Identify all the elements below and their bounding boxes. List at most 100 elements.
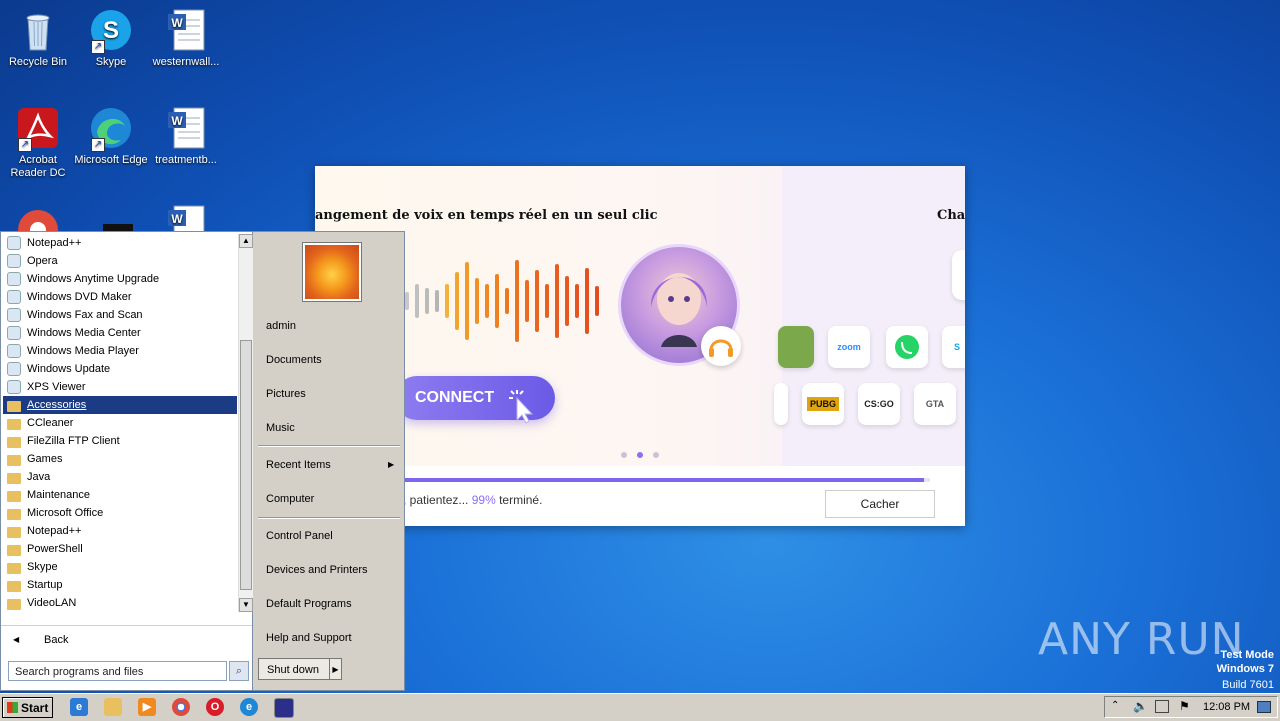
program-item[interactable]: Windows Media Center: [3, 324, 237, 342]
network-icon[interactable]: [1155, 700, 1169, 713]
pubg-tile-icon: PUBG: [802, 383, 844, 425]
hide-button[interactable]: Cacher: [825, 490, 935, 518]
program-item[interactable]: Windows Media Player: [3, 342, 237, 360]
program-item[interactable]: Windows Update: [3, 360, 237, 378]
user-picture-avatar[interactable]: [303, 243, 361, 301]
installer-window: angement de voix en temps réel en un seu…: [315, 166, 965, 526]
program-folder-item[interactable]: FileZilla FTP Client: [3, 432, 237, 450]
desktop-icon-edge[interactable]: ↗ Microsoft Edge: [73, 106, 149, 167]
media-center-icon: [7, 326, 21, 340]
pubg-label: PUBG: [806, 397, 839, 411]
program-item[interactable]: Opera: [3, 252, 237, 270]
program-label: Java: [27, 471, 51, 483]
program-label: Windows DVD Maker: [27, 291, 132, 303]
shut-down-options-arrow-icon[interactable]: ▶: [330, 658, 342, 680]
start-item-help-support[interactable]: Help and Support: [266, 632, 352, 644]
installer-app-icon[interactable]: [274, 698, 294, 718]
scrollbar-thumb[interactable]: [240, 340, 252, 590]
edge-icon[interactable]: e: [240, 698, 258, 716]
waveform-graphic: [405, 260, 599, 342]
program-folder-item[interactable]: Skype: [3, 558, 237, 576]
install-status-text: , patientez... 99% terminé.: [403, 493, 542, 507]
program-label: Microsoft Office: [27, 507, 104, 519]
folder-shape: [7, 545, 21, 556]
program-folder-item[interactable]: Java: [3, 468, 237, 486]
anyrun-watermark: ANY RUN: [1038, 614, 1245, 665]
program-folder-item[interactable]: VideoLAN: [3, 594, 237, 612]
desktop-icon-label: Recycle Bin: [8, 56, 68, 68]
install-progress-fill: [315, 478, 924, 482]
back-button[interactable]: ◀ Back: [1, 625, 252, 654]
program-item[interactable]: Notepad++: [3, 234, 237, 252]
start-button[interactable]: Start: [2, 697, 53, 718]
desktop-icon-label: treatmentb...: [155, 154, 217, 166]
search-icon[interactable]: ⌕: [229, 661, 249, 681]
program-label: FileZilla FTP Client: [27, 435, 120, 447]
action-center-flag-icon[interactable]: ⚑: [1179, 699, 1190, 713]
start-item-devices-printers[interactable]: Devices and Printers: [266, 564, 368, 576]
desktop-icon-treatment[interactable]: W treatmentb...: [148, 106, 224, 167]
start-item-music[interactable]: Music: [266, 422, 295, 434]
start-item-recent-items[interactable]: Recent Items: [266, 459, 331, 471]
folder-shape: [7, 563, 21, 574]
show-hidden-icons-icon[interactable]: ⌃: [1111, 700, 1119, 711]
folder-icon: [7, 398, 21, 412]
search-programs-input[interactable]: Search programs and files: [8, 661, 227, 681]
shut-down-button[interactable]: Shut down: [258, 658, 330, 680]
edge-icon: ↗: [89, 106, 133, 152]
ie-icon[interactable]: e: [70, 698, 88, 716]
show-desktop-icon[interactable]: [1257, 701, 1271, 713]
start-menu: Notepad++ Opera Windows Anytime Upgrade Win…: [0, 231, 405, 691]
programs-scrollbar[interactable]: ▲ ▼: [238, 234, 253, 612]
clock[interactable]: 12:08 PM: [1203, 701, 1250, 713]
media-player-icon: [7, 344, 21, 358]
start-item-user[interactable]: admin: [266, 320, 296, 332]
carousel-dot[interactable]: [621, 452, 627, 458]
program-item[interactable]: XPS Viewer: [3, 378, 237, 396]
program-folder-item[interactable]: Notepad++: [3, 522, 237, 540]
program-item[interactable]: Windows DVD Maker: [3, 288, 237, 306]
folder-shape: [7, 437, 21, 448]
desktop-icon-recycle-bin[interactable]: Recycle Bin: [0, 8, 76, 69]
program-folder-item[interactable]: Maintenance: [3, 486, 237, 504]
discord-tile-icon: [952, 250, 965, 300]
program-folder-item[interactable]: PowerShell: [3, 540, 237, 558]
program-item[interactable]: Windows Fax and Scan: [3, 306, 237, 324]
program-folder-item[interactable]: CCleaner: [3, 414, 237, 432]
volume-icon[interactable]: 🔈: [1133, 699, 1148, 713]
next-slide-title: Chan: [937, 208, 965, 223]
shortcut-arrow-icon: ↗: [91, 40, 105, 54]
media-player-icon[interactable]: ▶: [138, 698, 156, 716]
desktop-icon-westernwall[interactable]: W westernwall...: [148, 8, 224, 69]
status-suffix: terminé.: [495, 493, 543, 507]
start-label: Start: [21, 701, 49, 715]
start-item-control-panel[interactable]: Control Panel: [266, 530, 333, 542]
windows-flag-icon: [7, 702, 18, 713]
program-folder-item[interactable]: Microsoft Office: [3, 504, 237, 522]
explorer-icon[interactable]: [104, 698, 122, 716]
start-item-documents[interactable]: Documents: [266, 354, 322, 366]
scroll-down-arrow-icon[interactable]: ▼: [239, 598, 253, 612]
program-folder-item[interactable]: Startup: [3, 576, 237, 594]
connect-button[interactable]: CONNECT: [395, 376, 555, 424]
program-folder-item[interactable]: Games: [3, 450, 237, 468]
start-item-computer[interactable]: Computer: [266, 493, 314, 505]
headset-icon: [701, 326, 741, 366]
minecraft-tile-icon: [778, 326, 814, 368]
carousel-dot[interactable]: [653, 452, 659, 458]
scroll-up-arrow-icon[interactable]: ▲: [239, 234, 253, 248]
carousel-dot-active[interactable]: [637, 452, 643, 458]
start-item-pictures[interactable]: Pictures: [266, 388, 306, 400]
desktop-icon-acrobat[interactable]: ↗ Acrobat Reader DC: [0, 106, 76, 180]
program-label: Windows Media Player: [27, 345, 139, 357]
desktop-icon-skype[interactable]: S ↗ Skype: [73, 8, 149, 69]
gta-label: GTA: [925, 399, 945, 409]
folder-shape: [7, 473, 21, 484]
start-item-default-programs[interactable]: Default Programs: [266, 598, 352, 610]
program-folder-item[interactable]: Accessories: [3, 396, 237, 414]
program-item[interactable]: Windows Anytime Upgrade: [3, 270, 237, 288]
folder-shape: [7, 509, 21, 520]
chrome-icon[interactable]: [172, 698, 190, 716]
opera-icon[interactable]: O: [206, 698, 224, 716]
program-label: Maintenance: [27, 489, 90, 501]
